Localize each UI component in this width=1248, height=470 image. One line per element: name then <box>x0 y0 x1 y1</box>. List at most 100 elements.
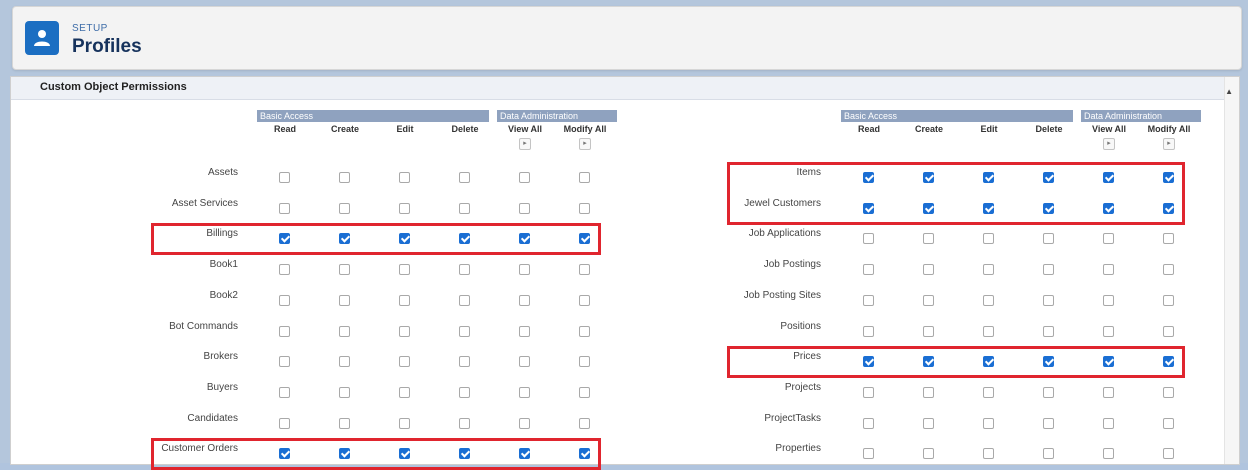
left-read-checkbox[interactable] <box>279 264 290 276</box>
right-modify-all-checkbox[interactable] <box>1163 264 1174 276</box>
left-view-all-checkbox[interactable] <box>519 417 530 429</box>
left-modify-all-checkbox[interactable] <box>579 264 590 276</box>
right-read-checkbox[interactable] <box>863 264 874 276</box>
right-create-checkbox[interactable] <box>923 386 934 398</box>
left-expand-modify-all-icon[interactable]: ▸ <box>579 138 591 150</box>
left-modify-all-checkbox[interactable] <box>579 356 590 368</box>
scroll-up-icon[interactable]: ▲ <box>1225 87 1233 96</box>
left-create-checkbox[interactable] <box>339 325 350 337</box>
left-view-all-checkbox[interactable] <box>519 356 530 368</box>
left-view-all-checkbox[interactable] <box>519 294 530 306</box>
left-delete-checkbox[interactable] <box>459 172 470 183</box>
left-view-all-checkbox[interactable] <box>519 264 530 276</box>
left-edit-checkbox[interactable] <box>399 202 410 214</box>
left-read-checkbox[interactable] <box>279 325 290 337</box>
right-delete-checkbox[interactable] <box>1043 386 1054 398</box>
left-read-checkbox[interactable] <box>279 386 290 398</box>
left-edit-checkbox[interactable] <box>399 172 410 183</box>
right-modify-all-checkbox[interactable] <box>1163 325 1174 337</box>
left-modify-all-checkbox[interactable] <box>579 417 590 429</box>
left-create-checkbox[interactable] <box>339 202 350 214</box>
right-edit-checkbox[interactable] <box>983 294 994 306</box>
right-edit-checkbox[interactable] <box>983 386 994 398</box>
right-view-all-checkbox[interactable] <box>1103 417 1114 429</box>
right-modify-all-checkbox[interactable] <box>1163 448 1174 460</box>
right-delete-checkbox[interactable] <box>1043 264 1054 276</box>
left-row-label: Book2 <box>209 289 238 301</box>
right-create-checkbox[interactable] <box>923 264 934 276</box>
left-view-all-checkbox[interactable] <box>519 325 530 337</box>
left-edit-checkbox[interactable] <box>399 417 410 429</box>
vertical-scrollbar[interactable]: ▲ <box>1224 77 1239 464</box>
right-read-checkbox[interactable] <box>863 386 874 398</box>
right-modify-all-checkbox[interactable] <box>1163 294 1174 306</box>
left-modify-all-checkbox[interactable] <box>579 202 590 214</box>
left-col-view-all: View All <box>507 124 542 134</box>
right-expand-view-all-icon[interactable]: ▸ <box>1103 138 1115 150</box>
left-delete-checkbox[interactable] <box>459 202 470 214</box>
right-create-checkbox[interactable] <box>923 325 934 337</box>
left-delete-checkbox[interactable] <box>459 294 470 306</box>
right-view-all-checkbox[interactable] <box>1103 294 1114 306</box>
right-delete-checkbox[interactable] <box>1043 325 1054 337</box>
left-create-checkbox[interactable] <box>339 417 350 429</box>
left-edit-checkbox[interactable] <box>399 386 410 398</box>
right-delete-checkbox[interactable] <box>1043 448 1054 460</box>
right-delete-checkbox[interactable] <box>1043 417 1054 429</box>
right-col-edit: Edit <box>980 124 998 134</box>
left-create-checkbox[interactable] <box>339 172 350 183</box>
left-create-checkbox[interactable] <box>339 264 350 276</box>
right-view-all-checkbox[interactable] <box>1103 233 1114 245</box>
left-modify-all-checkbox[interactable] <box>579 325 590 337</box>
left-create-checkbox[interactable] <box>339 386 350 398</box>
right-create-checkbox[interactable] <box>923 448 934 460</box>
left-expand-view-all-icon[interactable]: ▸ <box>519 138 531 150</box>
left-create-checkbox[interactable] <box>339 356 350 368</box>
right-modify-all-checkbox[interactable] <box>1163 386 1174 398</box>
right-read-checkbox[interactable] <box>863 325 874 337</box>
left-modify-all-checkbox[interactable] <box>579 294 590 306</box>
left-delete-checkbox[interactable] <box>459 264 470 276</box>
left-read-checkbox[interactable] <box>279 294 290 306</box>
right-read-checkbox[interactable] <box>863 233 874 245</box>
right-modify-all-checkbox[interactable] <box>1163 417 1174 429</box>
right-view-all-checkbox[interactable] <box>1103 264 1114 276</box>
right-create-checkbox[interactable] <box>923 233 934 245</box>
right-edit-checkbox[interactable] <box>983 233 994 245</box>
right-read-checkbox[interactable] <box>863 417 874 429</box>
left-modify-all-checkbox[interactable] <box>579 386 590 398</box>
left-delete-checkbox[interactable] <box>459 386 470 398</box>
left-view-all-checkbox[interactable] <box>519 386 530 398</box>
left-view-all-checkbox[interactable] <box>519 172 530 183</box>
left-read-checkbox[interactable] <box>279 172 290 183</box>
right-delete-checkbox[interactable] <box>1043 294 1054 306</box>
right-view-all-checkbox[interactable] <box>1103 325 1114 337</box>
right-view-all-checkbox[interactable] <box>1103 386 1114 398</box>
left-edit-checkbox[interactable] <box>399 325 410 337</box>
left-create-checkbox[interactable] <box>339 294 350 306</box>
right-delete-checkbox[interactable] <box>1043 233 1054 245</box>
left-view-all-checkbox[interactable] <box>519 202 530 214</box>
left-edit-checkbox[interactable] <box>399 264 410 276</box>
right-read-checkbox[interactable] <box>863 448 874 460</box>
user-icon <box>25 21 59 55</box>
left-read-checkbox[interactable] <box>279 417 290 429</box>
right-expand-modify-all-icon[interactable]: ▸ <box>1163 138 1175 150</box>
left-delete-checkbox[interactable] <box>459 325 470 337</box>
left-edit-checkbox[interactable] <box>399 294 410 306</box>
right-edit-checkbox[interactable] <box>983 264 994 276</box>
right-edit-checkbox[interactable] <box>983 417 994 429</box>
left-read-checkbox[interactable] <box>279 202 290 214</box>
right-edit-checkbox[interactable] <box>983 325 994 337</box>
left-edit-checkbox[interactable] <box>399 356 410 368</box>
left-delete-checkbox[interactable] <box>459 356 470 368</box>
left-read-checkbox[interactable] <box>279 356 290 368</box>
right-read-checkbox[interactable] <box>863 294 874 306</box>
left-modify-all-checkbox[interactable] <box>579 172 590 183</box>
right-edit-checkbox[interactable] <box>983 448 994 460</box>
left-delete-checkbox[interactable] <box>459 417 470 429</box>
right-create-checkbox[interactable] <box>923 417 934 429</box>
right-create-checkbox[interactable] <box>923 294 934 306</box>
right-view-all-checkbox[interactable] <box>1103 448 1114 460</box>
right-modify-all-checkbox[interactable] <box>1163 233 1174 245</box>
